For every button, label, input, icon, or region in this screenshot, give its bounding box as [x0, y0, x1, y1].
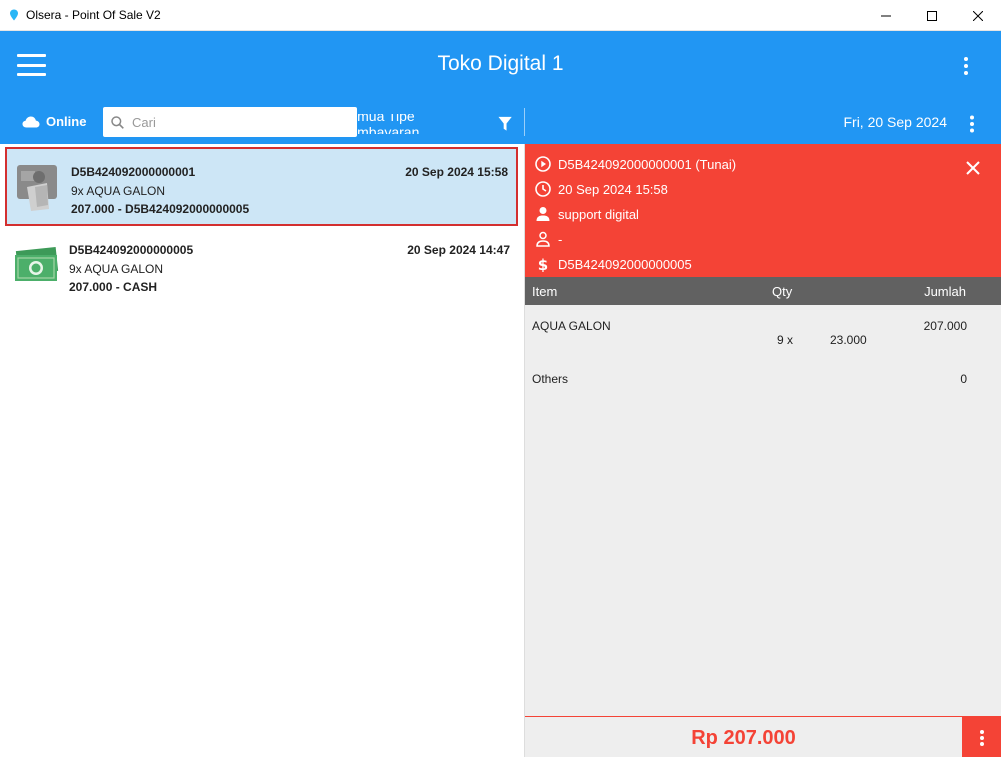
- detail-payment-row: $ D5B424092000000005: [535, 256, 692, 272]
- others-amount: 0: [960, 372, 967, 386]
- payment-type-filter[interactable]: Semua Tipe Pembayaran: [340, 114, 512, 134]
- transaction-total: 207.000 - CASH: [69, 280, 158, 294]
- search-input[interactable]: [132, 114, 332, 130]
- grand-total: Rp 207.000: [691, 727, 796, 749]
- svg-text:$: $: [538, 256, 548, 272]
- online-label: Online: [46, 114, 87, 129]
- footer-options-button[interactable]: [962, 717, 1001, 757]
- cloud-icon: [22, 116, 40, 127]
- window-title: Olsera - Point Of Sale V2: [26, 8, 161, 22]
- maximize-icon: [927, 10, 937, 21]
- detail-payment-ref: D5B424092000000005: [558, 256, 692, 272]
- detail-customer: -: [558, 231, 563, 247]
- detail-customer-row: -: [535, 231, 562, 247]
- dollar-icon: $: [538, 256, 548, 272]
- close-window-button[interactable]: [955, 0, 1001, 31]
- column-amount: Jumlah: [924, 284, 966, 299]
- close-window-icon: [973, 10, 983, 21]
- person-outline-icon: [536, 231, 550, 247]
- person-icon: [536, 207, 550, 221]
- item-name: AQUA GALON: [532, 319, 611, 333]
- maximize-button[interactable]: [909, 0, 955, 31]
- item-qty: 9 x: [777, 333, 794, 347]
- column-qty: Qty: [772, 284, 793, 299]
- window-titlebar: Olsera - Point Of Sale V2: [0, 0, 1001, 31]
- app-logo-icon: [10, 9, 18, 21]
- item-price: 23.000: [830, 333, 867, 347]
- minimize-button[interactable]: [863, 0, 909, 31]
- detail-order-row: D5B424092000000001 (Tunai): [535, 156, 736, 172]
- transaction-item[interactable]: D5B424092000000001 20 Sep 2024 15:58 9x …: [5, 147, 518, 226]
- transaction-time: 20 Sep 2024 15:58: [405, 165, 508, 179]
- search-box[interactable]: [103, 107, 357, 137]
- detail-datetime: 20 Sep 2024 15:58: [558, 181, 668, 197]
- transaction-id: D5B424092000000001: [71, 165, 196, 179]
- transaction-item[interactable]: D5B424092000000005 20 Sep 2024 14:47 9x …: [5, 227, 518, 306]
- cash-icon: [15, 246, 59, 281]
- total-footer: Rp 207.000: [525, 716, 1001, 757]
- transaction-detail-header: D5B424092000000001 (Tunai) 20 Sep 2024 1…: [525, 144, 1001, 277]
- transaction-total: 207.000 - D5B424092000000005: [71, 202, 250, 216]
- items-table-body: AQUA GALON 207.000 9 x 23.000 Others 0: [525, 305, 1001, 716]
- filter-icon: [498, 116, 512, 131]
- payment-type-label: Semua Tipe Pembayaran: [340, 114, 420, 134]
- detail-staff: support digital: [558, 206, 639, 222]
- more-vertical-icon: [979, 729, 984, 746]
- column-item: Item: [532, 284, 558, 299]
- app-header: Toko Digital 1 Online Semua Tipe Pembaya…: [0, 31, 1001, 144]
- date-options-icon[interactable]: [962, 114, 982, 134]
- detail-datetime-row: 20 Sep 2024 15:58: [535, 181, 668, 197]
- play-circle-icon: [535, 156, 551, 172]
- header-divider: [524, 108, 525, 136]
- transfer-payment-icon: [17, 165, 57, 211]
- minimize-icon: [881, 15, 891, 16]
- online-status: Online: [22, 114, 86, 129]
- detail-staff-row: support digital: [535, 206, 639, 222]
- transaction-list: D5B424092000000001 20 Sep 2024 15:58 9x …: [0, 144, 525, 757]
- search-icon: [111, 115, 124, 129]
- transaction-items: 9x AQUA GALON: [69, 262, 164, 276]
- store-title: Toko Digital 1: [437, 52, 564, 75]
- items-table-header: Item Qty Jumlah: [525, 277, 1001, 305]
- detail-order: D5B424092000000001 (Tunai): [558, 156, 737, 172]
- more-options-icon[interactable]: [956, 55, 976, 77]
- transaction-id: D5B424092000000005: [69, 243, 194, 257]
- clock-icon: [535, 181, 551, 197]
- transaction-items: 9x AQUA GALON: [71, 184, 166, 198]
- item-amount: 207.000: [923, 319, 967, 333]
- date-label[interactable]: Fri, 20 Sep 2024: [820, 114, 947, 130]
- others-label: Others: [532, 372, 569, 386]
- close-icon[interactable]: [963, 158, 983, 178]
- window-controls: [863, 0, 1001, 31]
- transaction-time: 20 Sep 2024 14:47: [407, 243, 510, 257]
